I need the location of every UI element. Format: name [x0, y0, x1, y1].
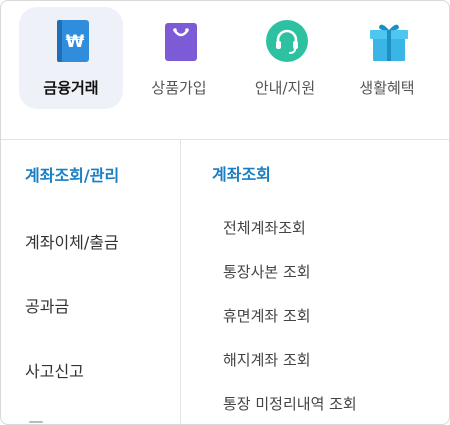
left-menu-item-transfer[interactable]: 계좌이체/출금 [25, 229, 119, 253]
category-tab-bar: ₩ 금융거래 상품가입 안내/지원 생활혜택 [1, 1, 449, 140]
tab-guide-support[interactable]: 안내/지원 [233, 7, 337, 109]
headset-icon [266, 20, 308, 62]
gift-icon [370, 24, 408, 61]
submenu-item-dormant-accounts[interactable]: 휴면계좌 조회 [223, 305, 311, 326]
submenu-item-closed-accounts[interactable]: 해지계좌 조회 [223, 349, 311, 370]
tab-life-benefits[interactable]: 생활혜택 [335, 7, 439, 109]
tab-label: 상품가입 [151, 79, 207, 97]
tab-label: 안내/지원 [254, 79, 316, 97]
submenu-item-all-accounts[interactable]: 전체계좌조회 [223, 217, 306, 238]
tab-financial-transactions[interactable]: ₩ 금융거래 [19, 7, 123, 109]
won-card-icon: ₩ [57, 20, 89, 62]
shopping-bag-icon [165, 23, 197, 61]
submenu-item-passbook-copy[interactable]: 통장사본 조회 [223, 261, 311, 282]
tab-label: 금융거래 [43, 79, 99, 97]
submenu-title: 계좌조회 [212, 165, 271, 184]
scroll-hint [29, 421, 43, 423]
left-menu-item-utility-bills[interactable]: 공과금 [25, 293, 69, 317]
submenu-item-passbook-unsettled[interactable]: 통장 미정리내역 조회 [223, 393, 357, 414]
tab-label: 생활혜택 [359, 79, 415, 97]
left-menu-item-account-inquiry[interactable]: 계좌조회/관리 [25, 162, 119, 186]
tab-product-signup[interactable]: 상품가입 [127, 7, 231, 109]
menu-panel: ₩ 금융거래 상품가입 안내/지원 생활혜택 계좌조회/관리 계좌이체/출금 공… [0, 0, 450, 425]
svg-text:₩: ₩ [66, 32, 85, 52]
left-menu-item-accident-report[interactable]: 사고신고 [25, 358, 84, 382]
column-divider [180, 140, 181, 424]
